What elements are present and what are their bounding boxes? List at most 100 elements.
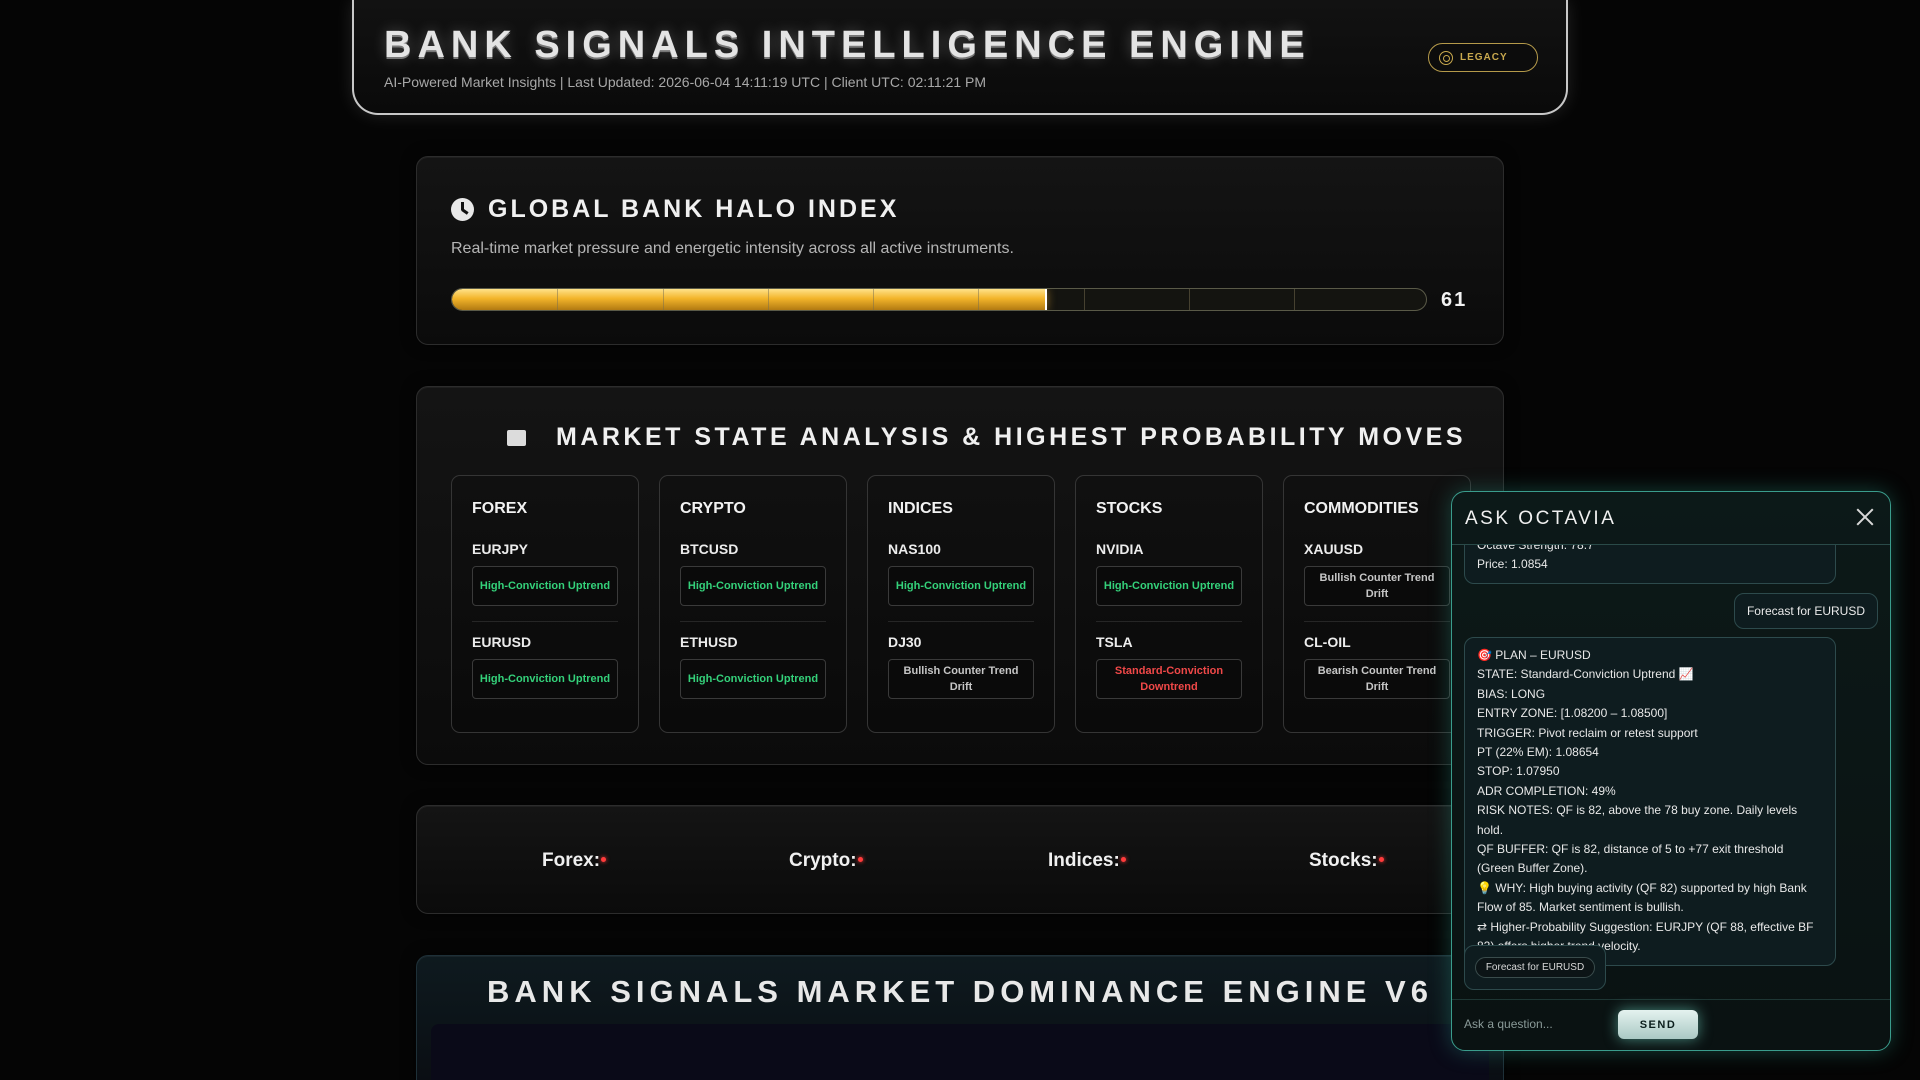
status-dot-icon [1378,857,1384,863]
message-line: QF BUFFER: QF is 82, distance of 5 to +7… [1477,842,1784,876]
halo-tick [978,289,979,310]
chat-title: ASK OCTAVIA [1465,508,1617,529]
category-card-indices: INDICES NAS100 High-Conviction Uptrend D… [867,475,1055,733]
category-card-crypto: CRYPTO BTCUSD High-Conviction Uptrend ET… [659,475,847,733]
category-card-commodities: COMMODITIES XAUUSD Bullish Counter Trend… [1283,475,1471,733]
dominance-content [431,1024,1489,1080]
category-name: COMMODITIES [1304,500,1419,517]
instrument-symbol: NVIDIA [1096,541,1144,557]
chart-icon [507,429,526,446]
instrument-eurusd[interactable]: EURUSD High-Conviction Uptrend [472,634,618,699]
status-dot-icon [857,857,863,863]
status-dot-icon [1120,857,1126,863]
message-line: STATE: Standard-Conviction Uptrend 📈 [1477,667,1694,682]
instrument-tsla[interactable]: TSLA Standard-Conviction Downtrend [1096,634,1242,699]
market-title: MARKET STATE ANALYSIS & HIGHEST PROBABIL… [556,423,1466,451]
halo-tick [768,289,769,310]
state-badge: High-Conviction Uptrend [472,566,618,606]
legacy-label: LEGACY [1460,52,1508,63]
chat-messages[interactable]: Octave Strength: 78.7 Price: 1.0854 Fore… [1452,545,1890,999]
state-badge: High-Conviction Uptrend [472,659,618,699]
bot-message: Octave Strength: 78.7 Price: 1.0854 [1464,545,1836,584]
category-card-forex: FOREX EURJPY High-Conviction Uptrend EUR… [451,475,639,733]
message-line: RISK NOTES: QF is 82, above the 78 buy z… [1477,803,1798,837]
status-dot-icon [601,857,607,863]
halo-value: 61 [1441,289,1468,311]
divider [680,621,826,622]
session-crypto: Crypto: [789,850,863,872]
suggestion-chip[interactable]: Forecast for EURUSD [1474,957,1596,978]
halo-title: GLOBAL BANK HALO INDEX [488,195,900,223]
instrument-symbol: BTCUSD [680,541,739,557]
legacy-button[interactable]: LEGACY [1428,43,1538,72]
instrument-ethusd[interactable]: ETHUSD High-Conviction Uptrend [680,634,826,699]
halo-tick [873,289,874,310]
message-line: ADR COMPLETION: 49% [1477,783,1616,798]
instrument-dj30[interactable]: DJ30 Bullish Counter Trend Drift [888,634,1034,699]
app-subtitle: AI-Powered Market Insights | Last Update… [384,74,987,90]
chat-input[interactable] [1464,1014,1614,1034]
message-line: BIAS: LONG [1477,686,1546,701]
instrument-symbol: EURUSD [472,634,532,650]
message-line: TRIGGER: Pivot reclaim or retest support [1477,725,1698,740]
message-line: PT (22% EM): 1.08654 [1477,745,1599,760]
category-card-stocks: STOCKS NVIDIA High-Conviction Uptrend TS… [1075,475,1263,733]
category-name: CRYPTO [680,500,746,517]
category-name: INDICES [888,500,953,517]
instrument-symbol: ETHUSD [680,634,738,650]
instrument-btcusd[interactable]: BTCUSD High-Conviction Uptrend [680,541,826,606]
legacy-icon [1439,50,1453,65]
divider [1304,621,1450,622]
state-badge: Standard-Conviction Downtrend [1096,659,1242,699]
bot-plan-message: 🎯 PLAN – EURUSD STATE: Standard-Convicti… [1464,637,1836,966]
message-line: ENTRY ZONE: [1.08200 – 1.08500] [1477,706,1668,721]
close-icon[interactable] [1854,506,1876,528]
chat-footer: SEND [1452,999,1890,1050]
instrument-cl-oil[interactable]: CL-OIL Bearish Counter Trend Drift [1304,634,1450,699]
session-forex: Forex: [542,850,607,872]
halo-tick [1084,289,1085,310]
chat-header: ASK OCTAVIA [1452,492,1890,545]
instrument-symbol: NAS100 [888,541,941,557]
category-name: STOCKS [1096,500,1163,517]
instrument-nvidia[interactable]: NVIDIA High-Conviction Uptrend [1096,541,1242,606]
halo-progress-bar [451,288,1427,311]
app-header: BANK SIGNALS INTELLIGENCE ENGINE AI-Powe… [352,0,1568,115]
halo-progress-fill [452,289,1047,310]
message-line: Octave Strength: 78.7 [1477,545,1594,552]
state-badge: Bullish Counter Trend Drift [1304,566,1450,606]
market-state-panel: MARKET STATE ANALYSIS & HIGHEST PROBABIL… [416,386,1504,765]
divider [472,621,618,622]
app-title: BANK SIGNALS INTELLIGENCE ENGINE [384,24,1311,66]
state-badge: High-Conviction Uptrend [680,659,826,699]
instrument-symbol: EURJPY [472,541,529,557]
category-name: FOREX [472,500,528,517]
ask-octavia-chat: ASK OCTAVIA Octave Strength: 78.7 Price:… [1451,491,1891,1051]
instrument-symbol: XAUUSD [1304,541,1364,557]
halo-tick [663,289,664,310]
instrument-symbol: TSLA [1096,634,1133,650]
halo-tick [1294,289,1295,310]
instrument-symbol: DJ30 [888,634,922,650]
divider [888,621,1034,622]
clock-icon [451,198,474,221]
user-message: Forecast for EURUSD [1733,593,1878,629]
send-button[interactable]: SEND [1618,1010,1698,1039]
message-line: 💡 WHY: High buying activity (QF 82) supp… [1477,880,1807,915]
market-title-row: MARKET STATE ANALYSIS & HIGHEST PROBABIL… [507,423,1466,452]
session-indices: Indices: [1048,850,1126,872]
state-badge: High-Conviction Uptrend [1096,566,1242,606]
instrument-xauusd[interactable]: XAUUSD Bullish Counter Trend Drift [1304,541,1450,606]
state-badge: High-Conviction Uptrend [680,566,826,606]
session-label: Forex: [542,850,601,871]
halo-title-row: GLOBAL BANK HALO INDEX [451,195,899,224]
session-label: Indices: [1048,850,1120,871]
halo-marker [1045,289,1048,310]
state-badge: High-Conviction Uptrend [888,566,1034,606]
instrument-nas100[interactable]: NAS100 High-Conviction Uptrend [888,541,1034,606]
instrument-eurjpy[interactable]: EURJPY High-Conviction Uptrend [472,541,618,606]
halo-description: Real-time market pressure and energetic … [451,240,1014,257]
suggestion-bubble: Forecast for EURUSD [1464,945,1606,990]
dominance-title: BANK SIGNALS MARKET DOMINANCE ENGINE V6 [487,974,1433,1009]
instrument-symbol: CL-OIL [1304,634,1351,650]
